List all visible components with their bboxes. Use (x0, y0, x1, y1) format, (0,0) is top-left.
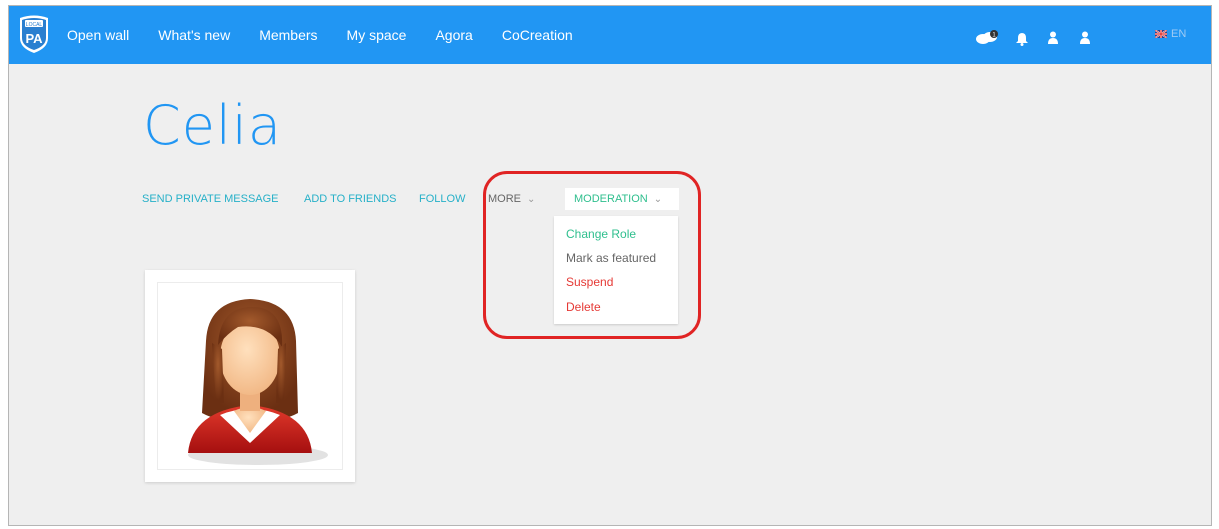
highlight-annotation (483, 171, 701, 339)
logo-top-text: LOCAL (26, 22, 43, 28)
nav-open-wall[interactable]: Open wall (67, 27, 129, 43)
nav-whats-new[interactable]: What's new (158, 27, 230, 43)
bell-icon (1016, 33, 1028, 46)
friends-button[interactable] (1048, 31, 1058, 50)
profile-name: Celia (143, 94, 283, 157)
messages-button[interactable]: 1 (975, 30, 999, 51)
notifications-button[interactable] (1016, 32, 1028, 51)
chat-bubbles-icon: 1 (976, 30, 998, 44)
person-icon (1048, 31, 1058, 44)
uk-flag-icon (1155, 30, 1167, 38)
language-label: EN (1171, 28, 1187, 40)
profile-avatar-card (145, 270, 355, 482)
profile-button[interactable] (1080, 31, 1090, 50)
add-to-friends-button[interactable]: ADD TO FRIENDS (304, 193, 397, 205)
avatar-frame (157, 282, 343, 470)
avatar (188, 299, 328, 465)
language-selector[interactable]: EN (1155, 28, 1186, 40)
nav-members[interactable]: Members (259, 27, 317, 43)
main-nav: Open wall What's new Members My space Ag… (67, 6, 602, 64)
person-icon (1080, 31, 1090, 44)
nav-cocreation[interactable]: CoCreation (502, 27, 573, 43)
send-private-message-button[interactable]: SEND PRIVATE MESSAGE (142, 193, 279, 205)
nav-agora[interactable]: Agora (435, 27, 472, 43)
site-logo[interactable]: LOCAL PA (17, 12, 51, 54)
follow-button[interactable]: FOLLOW (419, 193, 465, 205)
app-window: LOCAL PA Open wall What's new Members My… (8, 5, 1212, 526)
top-navbar: LOCAL PA Open wall What's new Members My… (9, 6, 1211, 64)
logo-text: PA (25, 31, 43, 46)
nav-my-space[interactable]: My space (347, 27, 407, 43)
